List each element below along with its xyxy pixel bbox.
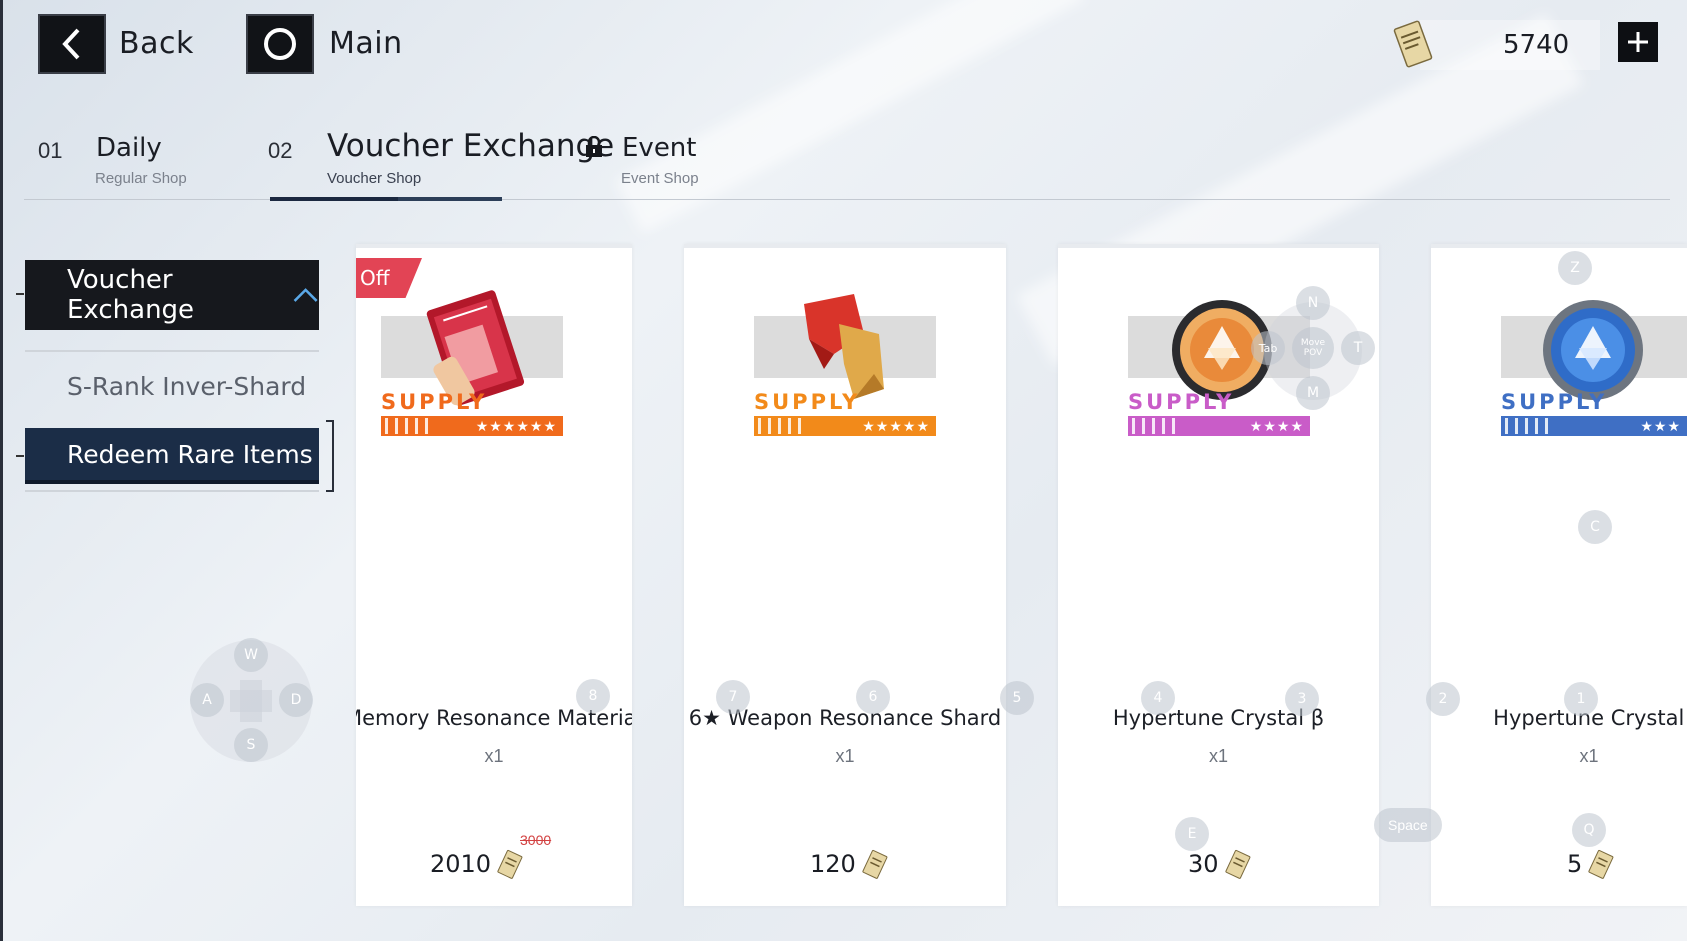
- price: 120: [810, 848, 890, 880]
- tab-subtitle: Voucher Shop: [327, 170, 422, 187]
- key-hint-s: S: [234, 728, 268, 762]
- rarity-bar: ★★★★★★: [381, 416, 563, 436]
- item-quantity: x1: [1579, 746, 1599, 766]
- tab-number: 01: [38, 138, 63, 163]
- main-button[interactable]: [246, 14, 314, 74]
- tab-subtitle: Event Shop: [621, 170, 699, 187]
- move-pov-button[interactable]: Move POV: [1292, 327, 1334, 369]
- rarity-bar: ★★★★: [1128, 416, 1310, 436]
- circle-home-icon: [264, 28, 296, 60]
- chevron-up-icon: [293, 288, 318, 302]
- key-hint-tab: Tab: [1251, 331, 1285, 365]
- rarity-bar-stripes: [758, 418, 806, 434]
- voucher-ticket-icon: [1393, 20, 1433, 68]
- key-hint-4: 4: [1141, 681, 1175, 715]
- rarity-stars: ★★★★★: [862, 418, 930, 434]
- dpad-cross-horizontal: [230, 690, 272, 712]
- shop-card-hypertune-crystal-alpha[interactable]: SUPPLY ★★★ Hypertune Crystal α x1: [1431, 244, 1687, 906]
- key-hint-m: M: [1296, 376, 1330, 410]
- key-hint-w: W: [234, 638, 268, 672]
- sidebar-marker: [16, 455, 24, 457]
- key-hint-6: 6: [856, 680, 890, 714]
- price: 5: [1567, 848, 1616, 880]
- tab-title: Daily: [96, 133, 162, 163]
- key-hint-q: Q: [1572, 813, 1606, 847]
- sidebar-marker: [16, 293, 24, 295]
- shop-card-weapon-resonance-shard[interactable]: SUPPLY ★★★★★ 6★ Weapon Resonance Shard x…: [684, 244, 1006, 906]
- key-hint-5: 5: [1000, 681, 1034, 715]
- item-quantity: x1: [835, 746, 855, 766]
- key-hint-7: 7: [716, 680, 750, 714]
- supply-label: SUPPLY: [1128, 390, 1235, 414]
- add-currency-button[interactable]: [1618, 22, 1658, 62]
- key-hint-8: 8: [576, 679, 610, 713]
- crystal-alpha-icon: [1543, 300, 1643, 400]
- item-quantity: x1: [484, 746, 504, 766]
- price: 30: [1188, 848, 1253, 880]
- sidebar-item-redeem-rare-items[interactable]: Redeem Rare Items: [25, 428, 319, 484]
- rarity-bar: ★★★★★: [754, 416, 936, 436]
- tab-number: 02: [268, 138, 293, 163]
- rarity-bar-stripes: [1505, 418, 1553, 434]
- rarity-stars: ★★★★: [1249, 418, 1304, 434]
- plus-icon: [1628, 32, 1648, 52]
- selection-bracket: [326, 420, 334, 492]
- card-top-border: [356, 244, 632, 248]
- sidebar-divider: [25, 490, 319, 492]
- item-name: Hypertune Crystal β: [1112, 706, 1325, 730]
- key-hint-2: 2: [1426, 682, 1460, 716]
- rarity-bar-stripes: [385, 418, 433, 434]
- rarity-stars: ★★★: [1640, 418, 1681, 434]
- back-button[interactable]: [38, 14, 106, 74]
- price: 2010: [430, 848, 525, 880]
- card-top-border: [1431, 244, 1687, 248]
- price-value: 30: [1188, 850, 1219, 878]
- tab-title: Event: [622, 133, 697, 163]
- sidebar-header-voucher-exchange[interactable]: Voucher Exchange: [25, 260, 319, 330]
- price-value: 2010: [430, 850, 492, 878]
- supply-label: SUPPLY: [754, 390, 861, 414]
- window-edge: [0, 0, 3, 941]
- key-hint-space: Space: [1374, 808, 1442, 842]
- lock-icon: [586, 136, 602, 157]
- card-top-border: [1058, 244, 1379, 248]
- item-quantity: x1: [1208, 746, 1228, 766]
- key-hint-a: A: [190, 683, 224, 717]
- key-hint-z: Z: [1558, 251, 1592, 285]
- key-hint-t: T: [1341, 331, 1375, 365]
- tab-subtitle: Regular Shop: [95, 170, 187, 187]
- key-hint-3: 3: [1285, 682, 1319, 716]
- key-hint-c: C: [1578, 510, 1612, 544]
- key-hint-e: E: [1175, 817, 1209, 851]
- supply-label: SUPPLY: [381, 390, 488, 414]
- back-label[interactable]: Back: [119, 26, 194, 61]
- original-price: 3000: [520, 832, 552, 848]
- rarity-stars: ★★★★★★: [475, 418, 557, 434]
- price-value: 5: [1567, 850, 1583, 878]
- sidebar-item-s-rank-inver-shard[interactable]: S-Rank Inver-Shard: [67, 372, 306, 401]
- resonance-shard-icon: [804, 294, 884, 399]
- key-hint-d: D: [279, 683, 313, 717]
- voucher-ticket-icon: [1224, 849, 1250, 879]
- sidebar-item-label: Redeem Rare Items: [67, 439, 313, 469]
- shop-card-memory-resonance[interactable]: SUPPLY ★★★★★★ Memory Resonance Material …: [356, 244, 632, 906]
- sidebar-header-label: Voucher Exchange: [67, 265, 195, 325]
- tab-title: Voucher Exchange: [327, 128, 615, 164]
- voucher-ticket-icon: [497, 849, 523, 879]
- key-hint-n: N: [1296, 286, 1330, 320]
- supply-label: SUPPLY: [1501, 390, 1608, 414]
- rarity-bar-stripes: [1132, 418, 1180, 434]
- active-tab-indicator-accent: [270, 197, 398, 201]
- voucher-ticket-icon: [1588, 849, 1614, 879]
- currency-amount: 5740: [1503, 30, 1570, 60]
- chevron-left-icon: [62, 28, 80, 60]
- main-label[interactable]: Main: [329, 26, 403, 61]
- sidebar-divider: [25, 350, 319, 352]
- voucher-ticket-icon: [862, 849, 888, 879]
- rarity-bar: ★★★: [1501, 416, 1687, 436]
- price-value: 120: [810, 850, 856, 878]
- key-hint-1: 1: [1564, 682, 1598, 716]
- card-top-border: [684, 244, 1006, 248]
